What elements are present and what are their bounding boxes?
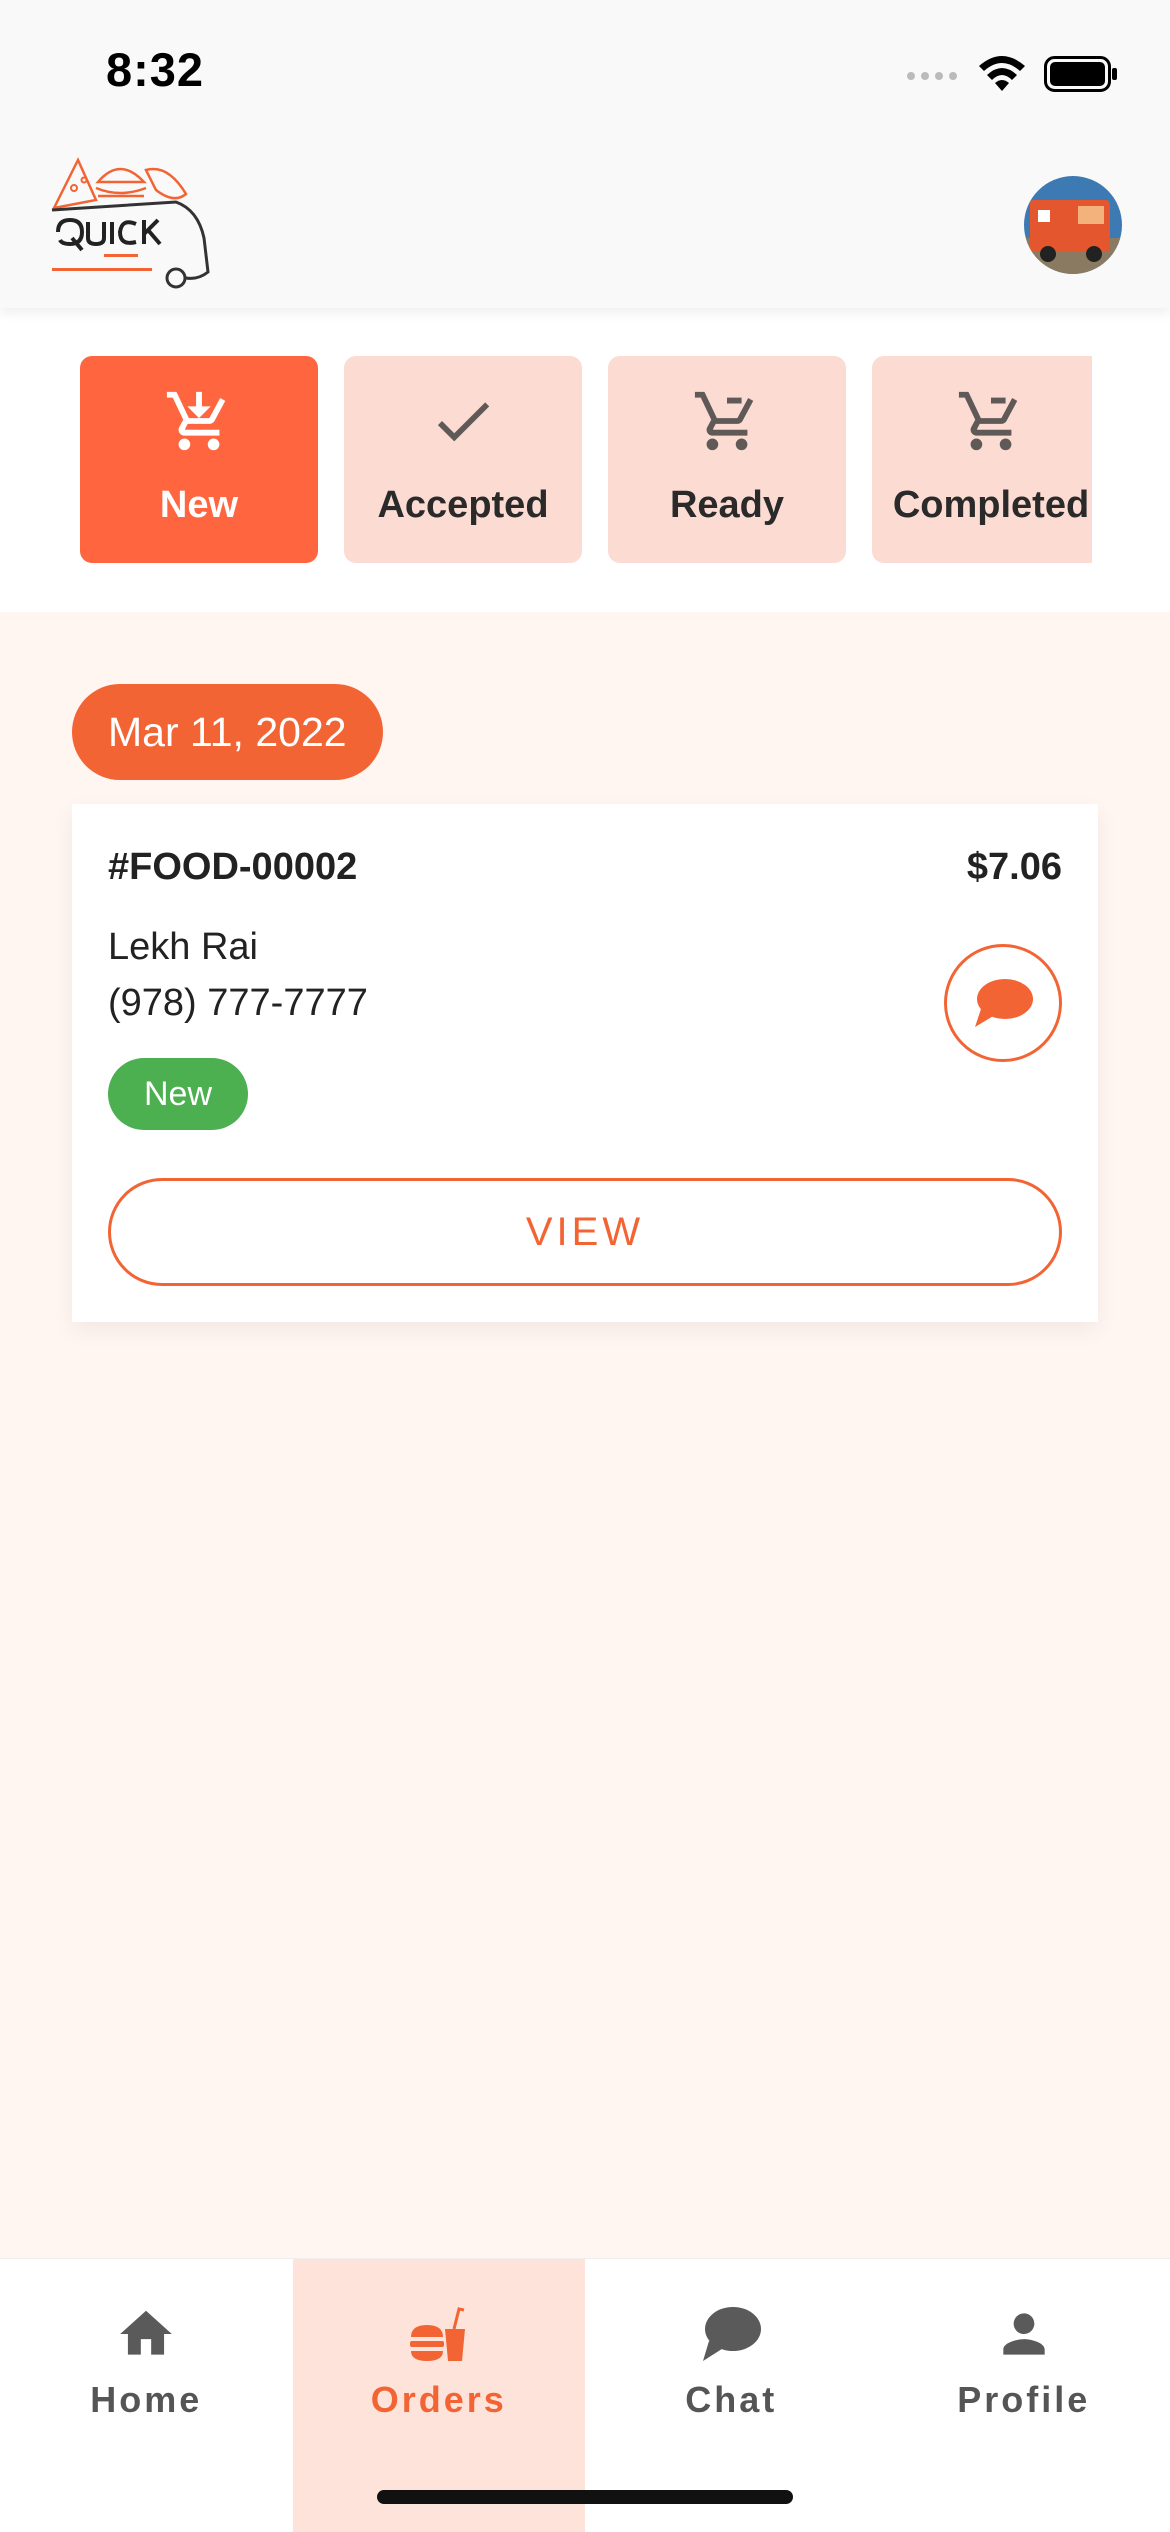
chat-customer-button[interactable]	[944, 944, 1062, 1062]
order-card: #FOOD-00002 $7.06 Lekh Rai (978) 777-777…	[72, 804, 1098, 1322]
cellular-signal-icon	[907, 72, 957, 80]
tab-ready[interactable]: Ready	[608, 356, 846, 563]
status-icons	[906, 50, 1118, 98]
app-header: 8:32	[0, 0, 1170, 308]
order-status-filter-bar: New Accepted Ready Completed	[0, 308, 1170, 612]
tab-completed[interactable]: Completed	[872, 356, 1092, 563]
nav-label: Profile	[957, 2379, 1091, 2420]
view-order-button[interactable]: VIEW	[108, 1178, 1062, 1286]
profile-icon	[1003, 2313, 1045, 2355]
orders-icon	[409, 2307, 465, 2361]
customer-phone: (978) 777-7777	[108, 982, 368, 1024]
status-time: 8:32	[106, 43, 205, 96]
order-status-badge: New	[108, 1058, 249, 1130]
tab-label: Accepted	[377, 484, 549, 526]
order-status-tabs: New Accepted Ready Completed	[80, 356, 1092, 563]
cart-download-icon	[166, 391, 226, 451]
home-indicator[interactable]	[377, 2490, 793, 2504]
cart-icon	[958, 391, 1018, 451]
tab-label: New	[159, 484, 239, 526]
wifi-icon	[979, 56, 1025, 91]
order-id: #FOOD-00002	[108, 846, 358, 888]
battery-icon	[1044, 56, 1117, 92]
nav-label: Home	[90, 2379, 203, 2420]
home-icon	[120, 2310, 173, 2355]
nav-label: Orders	[370, 2379, 507, 2420]
nav-label: Chat	[685, 2379, 778, 2420]
profile-avatar[interactable]	[1024, 176, 1122, 274]
nav-home[interactable]: Home	[0, 2259, 293, 2532]
chat-bubble-icon	[975, 979, 1033, 1027]
tab-accepted[interactable]: Accepted	[344, 356, 582, 563]
nav-profile[interactable]: Profile	[878, 2259, 1170, 2532]
tab-new[interactable]: New	[80, 356, 318, 563]
checkmark-icon	[437, 402, 490, 442]
customer-name: Lekh Rai	[108, 926, 258, 968]
order-price: $7.06	[966, 846, 1062, 888]
orders-screen: 8:32 New Accepted Ready Completed Mar 11…	[0, 0, 1170, 2532]
cart-icon	[694, 391, 754, 451]
tab-label: Completed	[892, 484, 1090, 526]
order-date-badge: Mar 11, 2022	[72, 684, 383, 780]
tab-label: Ready	[669, 484, 785, 526]
chat-icon	[703, 2307, 762, 2361]
app-logo	[48, 154, 212, 294]
